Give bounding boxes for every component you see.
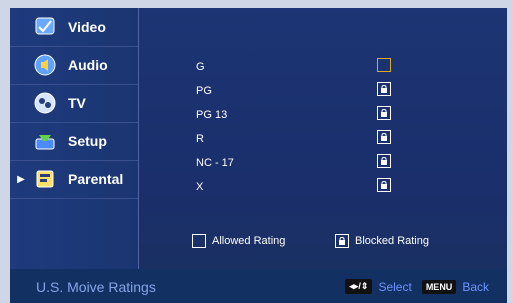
sidebar-item-label: TV (68, 95, 86, 111)
status-hints: ◂▸/⇕ Select MENU Back (345, 279, 499, 294)
sidebar-item-video[interactable]: Video (10, 8, 138, 47)
lock-icon (377, 130, 391, 144)
setup-icon (32, 129, 58, 153)
sidebar-item-label: Audio (68, 57, 108, 73)
lock-icon (377, 106, 391, 120)
frame-top (0, 0, 513, 8)
sidebar-item-audio[interactable]: Audio (10, 46, 138, 85)
sidebar-item-tv[interactable]: TV (10, 84, 138, 123)
blocked-indicator[interactable] (377, 82, 391, 96)
legend: Allowed Rating Blocked Rating (192, 234, 492, 250)
tv-menu-screen: Video Audio TV Setup ▶ Parental G PG PG … (0, 0, 513, 303)
lock-icon (377, 154, 391, 168)
legend-blocked: Blocked Rating (335, 234, 429, 248)
sidebar: Video Audio TV Setup ▶ Parental (10, 8, 139, 269)
lock-icon (377, 82, 391, 96)
lock-icon (377, 178, 391, 192)
rating-row-r[interactable]: R (139, 130, 499, 150)
ratings-panel: G PG PG 13 R NC - 17 X Allowed Rating Bl… (139, 8, 507, 269)
lock-icon (335, 234, 349, 248)
tv-icon (32, 91, 58, 115)
status-bar: U.S. Moive Ratings ◂▸/⇕ Select MENU Back (10, 269, 507, 303)
rating-row-pg13[interactable]: PG 13 (139, 106, 499, 126)
sidebar-item-setup[interactable]: Setup (10, 122, 138, 161)
blocked-indicator[interactable] (377, 106, 391, 120)
allowed-box-icon (192, 234, 206, 248)
rating-name: X (196, 181, 204, 193)
legend-blocked-label: Blocked Rating (355, 235, 429, 247)
select-key-icon: ◂▸/⇕ (345, 279, 373, 294)
rating-row-g[interactable]: G (139, 58, 499, 78)
selection-arrow: ▶ (17, 173, 25, 185)
status-title: U.S. Moive Ratings (36, 279, 156, 295)
rating-name: PG 13 (196, 109, 228, 121)
sidebar-item-label: Video (68, 19, 106, 35)
audio-icon (32, 53, 58, 77)
allowed-indicator[interactable] (377, 58, 391, 72)
sidebar-item-label: Setup (68, 133, 107, 149)
legend-allowed-label: Allowed Rating (212, 235, 286, 247)
frame-right (507, 0, 513, 303)
blocked-indicator[interactable] (377, 178, 391, 192)
rating-row-nc17[interactable]: NC - 17 (139, 154, 499, 174)
frame-left (0, 0, 10, 303)
select-hint: Select (378, 279, 412, 294)
sidebar-item-parental[interactable]: ▶ Parental (10, 160, 138, 199)
back-hint: Back (462, 279, 489, 294)
rating-name: PG (196, 85, 212, 97)
blocked-indicator[interactable] (377, 154, 391, 168)
blocked-indicator[interactable] (377, 130, 391, 144)
rating-name: R (196, 133, 204, 145)
menu-key-icon: MENU (421, 279, 457, 294)
rating-name: NC - 17 (196, 157, 234, 169)
parental-icon (32, 167, 58, 191)
video-icon (32, 15, 58, 39)
sidebar-item-label: Parental (68, 171, 124, 187)
rating-name: G (196, 61, 205, 73)
allowed-box-icon (377, 58, 391, 72)
rating-row-x[interactable]: X (139, 178, 499, 198)
legend-allowed: Allowed Rating (192, 234, 285, 248)
rating-row-pg[interactable]: PG (139, 82, 499, 102)
